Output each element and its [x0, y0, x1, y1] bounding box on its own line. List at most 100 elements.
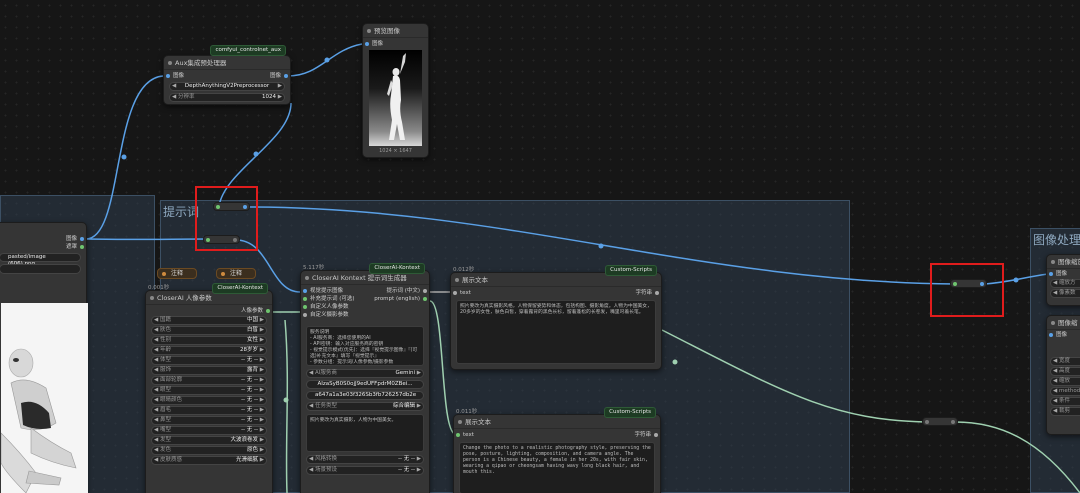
resize-param-widget[interactable]: ◀ 裁剪: [1050, 407, 1080, 416]
slot-dot[interactable]: [80, 237, 84, 241]
left-arrow-icon[interactable]: ◀: [154, 317, 158, 324]
left-arrow-icon[interactable]: ◀: [154, 397, 158, 404]
text-display[interactable]: Change the photo to a realistic photogra…: [459, 442, 655, 493]
collapse-dot-icon[interactable]: [458, 420, 462, 424]
left-arrow-icon[interactable]: ◀: [1053, 378, 1057, 385]
slot-dot[interactable]: [925, 420, 929, 424]
slot-dot[interactable]: [951, 420, 955, 424]
right-arrow-icon[interactable]: ▶: [417, 456, 421, 463]
extra-text-textarea[interactable]: 照片要改为真实摄影，人物为中国美女。: [306, 414, 424, 452]
slot-dot[interactable]: [266, 309, 270, 313]
task-select[interactable]: ◀ 任务类型 综合编辑 ▶: [306, 402, 424, 411]
hash-field[interactable]: a647a1a3e03f326Sb3fb726257db2e: [306, 391, 424, 400]
text-display[interactable]: 照片要改为真实摄影风格，人物保留姿势和体态，包括构图、摄影角度。人物为中国美女，…: [456, 300, 656, 364]
reroute-node[interactable]: [922, 417, 958, 426]
persona-param-select[interactable]: ◀ 年龄 28岁岁 ▶: [151, 346, 267, 355]
persona-param-select[interactable]: ◀ 发色 原色 ▶: [151, 446, 267, 455]
output-string-slot[interactable]: 字符串: [634, 431, 651, 439]
persona-param-select[interactable]: ◀ 眼睛颜色 -- 无 -- ▶: [151, 396, 267, 405]
show-text-node-cn[interactable]: 0.012秒 Custom-Scripts 展示文本 text 字符串 照片要改…: [450, 265, 662, 370]
left-arrow-icon[interactable]: ◀: [154, 407, 158, 414]
right-arrow-icon[interactable]: ▶: [278, 83, 282, 90]
note-node[interactable]: 注释: [157, 268, 197, 279]
left-arrow-icon[interactable]: ◀: [1053, 368, 1057, 375]
persona-param-select[interactable]: ◀ 面部轮廓 -- 无 -- ▶: [151, 376, 267, 385]
persona-param-select[interactable]: ◀ 肤色 白皙 ▶: [151, 326, 267, 335]
persona-param-select[interactable]: ◀ 发型 大波浪卷发 ▶: [151, 436, 267, 445]
output-image-slot[interactable]: 图像: [0, 235, 86, 243]
left-arrow-icon[interactable]: ◀: [154, 357, 158, 364]
slot-dot[interactable]: [303, 289, 307, 293]
right-arrow-icon[interactable]: ▶: [417, 467, 421, 474]
persona-params-node[interactable]: 0.001秒 CloserAI-Kontext CloserAI 人像参数 人像…: [145, 283, 273, 493]
upload-widget[interactable]: [0, 264, 81, 274]
input-image-slot[interactable]: 图像: [1047, 331, 1080, 339]
output-persona-slot[interactable]: 人像参数: [146, 307, 272, 315]
slot-dot[interactable]: [1049, 272, 1053, 276]
right-arrow-icon[interactable]: ▶: [278, 94, 282, 101]
scene-select[interactable]: ◀ 场景预设 -- 无 -- ▶: [306, 466, 424, 475]
persona-param-select[interactable]: ◀ 体型 -- 无 -- ▶: [151, 356, 267, 365]
persona-param-select[interactable]: ◀ 鼻型 -- 无 -- ▶: [151, 416, 267, 425]
right-arrow-icon[interactable]: ▶: [260, 397, 264, 404]
output-prompt-en-slot[interactable]: prompt (english): [359, 295, 429, 303]
image-resize-node[interactable]: 图像缩 图像 ◀ 宽度 ◀ 高度 ◀ 缩放 ◀ method ◀ 条件 ◀ 裁剪: [1046, 315, 1080, 435]
left-arrow-icon[interactable]: ◀: [309, 456, 313, 463]
input-persona-slot[interactable]: 自定义人像参数: [301, 303, 429, 311]
collapse-dot-icon[interactable]: [1051, 321, 1055, 325]
left-arrow-icon[interactable]: ◀: [309, 370, 313, 377]
left-arrow-icon[interactable]: ◀: [154, 377, 158, 384]
preprocessor-select[interactable]: ◀ DepthAnythingV2Preprocessor ▶: [169, 82, 285, 91]
resize-param-widget[interactable]: ◀ 宽度: [1050, 357, 1080, 366]
output-image-slot[interactable]: 图像: [270, 72, 281, 80]
slot-dot[interactable]: [1049, 333, 1053, 337]
slot-dot[interactable]: [456, 433, 460, 437]
right-arrow-icon[interactable]: ▶: [260, 427, 264, 434]
slot-dot[interactable]: [423, 297, 427, 301]
slot-dot[interactable]: [303, 305, 307, 309]
left-arrow-icon[interactable]: ◀: [154, 347, 158, 354]
left-arrow-icon[interactable]: ◀: [154, 387, 158, 394]
left-arrow-icon[interactable]: ◀: [154, 457, 158, 464]
right-arrow-icon[interactable]: ▶: [260, 327, 264, 334]
left-arrow-icon[interactable]: ◀: [1053, 408, 1057, 415]
left-arrow-icon[interactable]: ◀: [154, 437, 158, 444]
slot-dot[interactable]: [365, 42, 369, 46]
collapse-dot-icon[interactable]: [367, 29, 371, 33]
right-arrow-icon[interactable]: ▶: [417, 403, 421, 410]
left-arrow-icon[interactable]: ◀: [1053, 398, 1057, 405]
instructions-textarea[interactable]: 服务说明 - AI服务商：选择您使用的AI - API密钥：输入对应服务商的密钥…: [306, 326, 424, 366]
aux-preprocessor-node[interactable]: comfyui_controlnet_aux Aux集成预处理器 图像 图像 ◀…: [163, 45, 291, 105]
left-arrow-icon[interactable]: ◀: [154, 417, 158, 424]
right-arrow-icon[interactable]: ▶: [260, 407, 264, 414]
input-image-slot[interactable]: 图像: [1047, 270, 1080, 278]
input-photo-params-slot[interactable]: 自定义摄影参数: [301, 311, 429, 319]
persona-param-select[interactable]: ◀ 眼型 -- 无 -- ▶: [151, 386, 267, 395]
image-scale-node[interactable]: 图像缩放 图像 ◀缩放方 ◀像素数: [1046, 254, 1080, 306]
scale-method-widget[interactable]: ◀ 缩放方: [1050, 279, 1080, 288]
left-arrow-icon[interactable]: ◀: [154, 367, 158, 374]
output-prompt-cn-slot[interactable]: 提示词 (中文): [359, 287, 429, 295]
pixel-count-widget[interactable]: ◀ 像素数: [1050, 289, 1080, 298]
collapse-dot-icon[interactable]: [305, 276, 309, 280]
slot-dot[interactable]: [284, 74, 288, 78]
resolution-widget[interactable]: ◀ 分辨率 1024 ▶: [169, 93, 285, 102]
persona-param-select[interactable]: ◀ 性别 女性 ▶: [151, 336, 267, 345]
right-arrow-icon[interactable]: ▶: [417, 370, 421, 377]
collapse-dot-icon[interactable]: [1051, 260, 1055, 264]
left-arrow-icon[interactable]: ◀: [309, 467, 313, 474]
left-arrow-icon[interactable]: ◀: [172, 83, 176, 90]
right-arrow-icon[interactable]: ▶: [260, 337, 264, 344]
left-arrow-icon[interactable]: ◀: [154, 337, 158, 344]
left-arrow-icon[interactable]: ◀: [309, 403, 313, 410]
collapse-dot-icon[interactable]: [150, 296, 154, 300]
slot-dot[interactable]: [303, 313, 307, 317]
right-arrow-icon[interactable]: ▶: [260, 387, 264, 394]
right-arrow-icon[interactable]: ▶: [260, 317, 264, 324]
api-key-field[interactable]: AIzaSyB0S0ojJ9edUFFpdrM0ZBei...: [306, 380, 424, 389]
right-arrow-icon[interactable]: ▶: [260, 417, 264, 424]
slot-dot[interactable]: [80, 245, 84, 249]
persona-param-select[interactable]: ◀ 眉毛 -- 无 -- ▶: [151, 406, 267, 415]
persona-param-select[interactable]: ◀ 皮肤质感 光滑细腻 ▶: [151, 456, 267, 465]
service-select[interactable]: ◀ AI服务商 Gemini ▶: [306, 369, 424, 378]
